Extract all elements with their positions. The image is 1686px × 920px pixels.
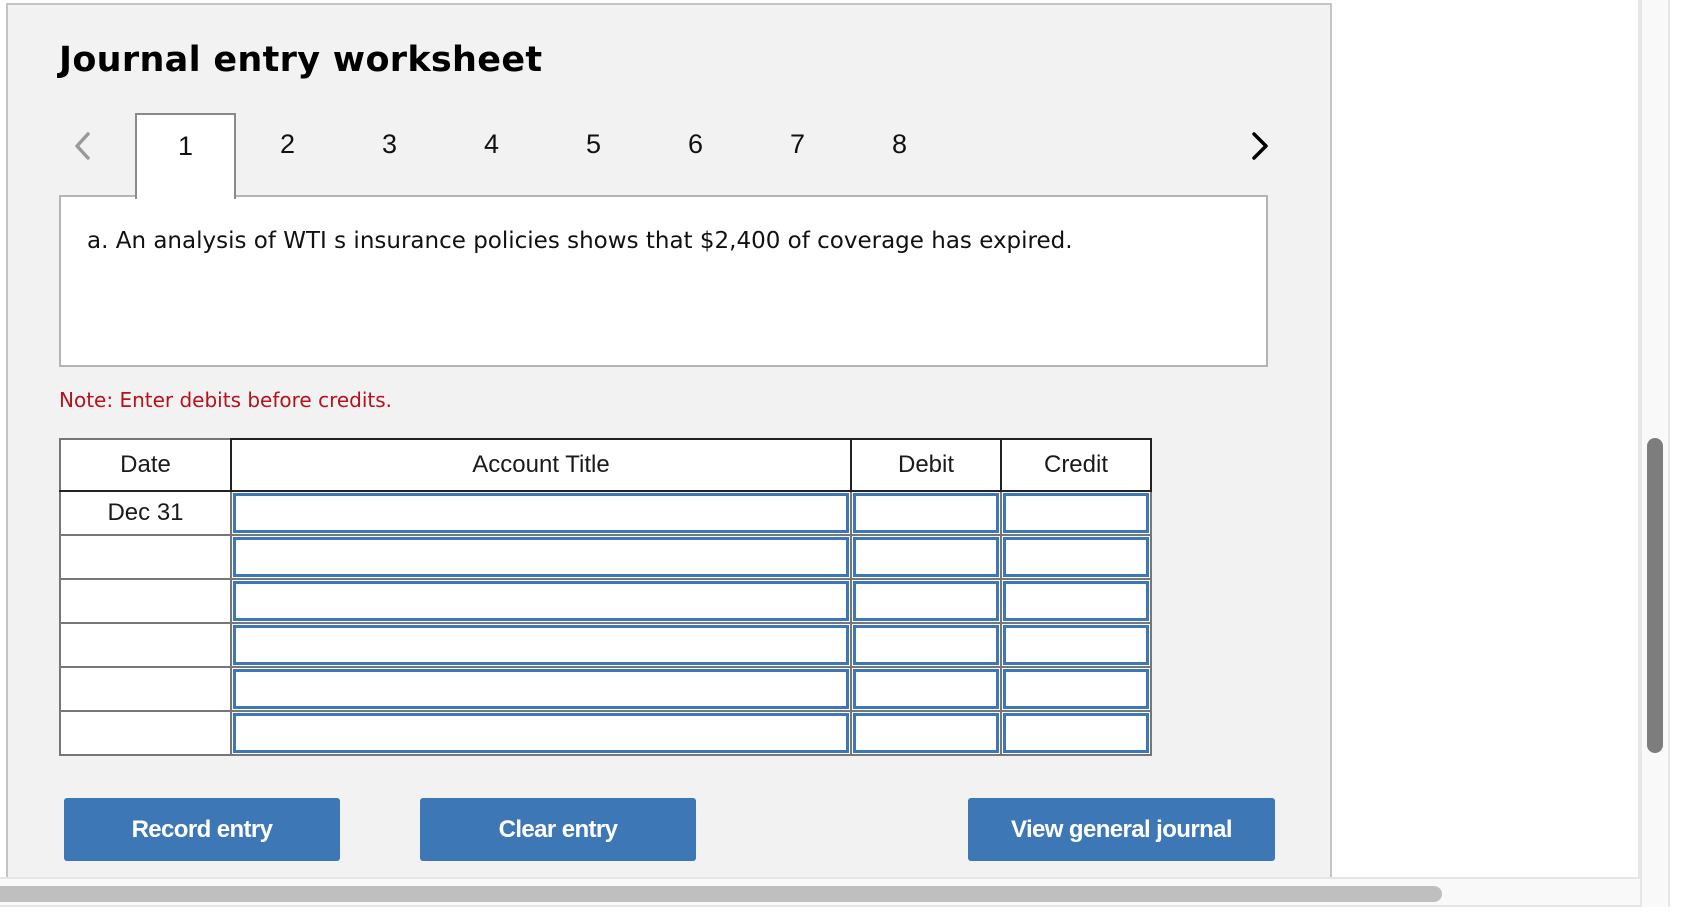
question-box: a. An analysis of WTI s insurance polici… (59, 195, 1268, 367)
debit-input[interactable] (853, 713, 999, 753)
tab-4[interactable]: 4 (441, 113, 542, 197)
tab-5[interactable]: 5 (543, 113, 644, 197)
table-row (59, 578, 1152, 624)
tab-8[interactable]: 8 (849, 113, 950, 197)
account-title-input[interactable] (233, 713, 849, 753)
account-title-input[interactable] (233, 669, 849, 709)
credit-input[interactable] (1003, 713, 1149, 753)
debit-cell (850, 534, 1002, 580)
table-row (59, 534, 1152, 580)
debit-input[interactable] (853, 625, 999, 665)
credit-cell (1000, 534, 1152, 580)
date-cell (59, 534, 232, 580)
account-title-cell (230, 578, 852, 624)
table-row (59, 666, 1152, 712)
instruction-note: Note: Enter debits before credits. (59, 388, 393, 412)
account-title-input[interactable] (233, 581, 849, 621)
account-title-cell (230, 666, 852, 712)
record-entry-button[interactable]: Record entry (64, 798, 340, 861)
credit-cell (1000, 578, 1152, 624)
debit-input[interactable] (853, 581, 999, 621)
tab-2[interactable]: 2 (237, 113, 338, 197)
table-row (59, 622, 1152, 668)
column-header-debit: Debit (850, 438, 1002, 492)
tab-3[interactable]: 3 (339, 113, 440, 197)
column-header-date: Date (59, 438, 232, 492)
date-cell (59, 578, 232, 624)
vertical-scrollbar-thumb[interactable] (1647, 438, 1663, 753)
debit-cell (850, 490, 1002, 536)
tab-6[interactable]: 6 (645, 113, 746, 197)
chevron-left-icon (75, 132, 90, 160)
date-cell (59, 710, 232, 756)
journal-entry-table: Date Account Title Debit Credit Dec 31 (59, 438, 1152, 756)
column-header-credit: Credit (1000, 438, 1152, 492)
debit-input[interactable] (853, 669, 999, 709)
account-title-input[interactable] (233, 537, 849, 577)
debit-cell (850, 666, 1002, 712)
account-title-cell (230, 534, 852, 580)
debit-input[interactable] (853, 537, 999, 577)
credit-cell (1000, 666, 1152, 712)
debit-cell (850, 622, 1002, 668)
tab-7[interactable]: 7 (747, 113, 848, 197)
credit-cell (1000, 622, 1152, 668)
table-row (59, 710, 1152, 756)
table-row: Dec 31 (59, 490, 1152, 536)
chevron-right-icon (1252, 132, 1268, 160)
content-frame (1332, 0, 1640, 880)
account-title-cell (230, 490, 852, 536)
credit-input[interactable] (1003, 581, 1149, 621)
date-cell: Dec 31 (59, 490, 232, 536)
horizontal-scrollbar-thumb[interactable] (0, 886, 1442, 902)
question-text: a. An analysis of WTI s insurance polici… (87, 228, 1073, 254)
table-header-row: Date Account Title Debit Credit (59, 438, 1152, 492)
view-general-journal-button[interactable]: View general journal (968, 798, 1275, 861)
page-title: Journal entry worksheet (59, 40, 543, 80)
credit-cell (1000, 490, 1152, 536)
clear-entry-button[interactable]: Clear entry (420, 798, 696, 861)
debit-cell (850, 710, 1002, 756)
next-tab-button[interactable] (1245, 128, 1275, 164)
debit-cell (850, 578, 1002, 624)
credit-input[interactable] (1003, 669, 1149, 709)
debit-input[interactable] (853, 493, 999, 533)
account-title-cell (230, 622, 852, 668)
account-title-cell (230, 710, 852, 756)
tab-1[interactable]: 1 (135, 113, 236, 199)
credit-cell (1000, 710, 1152, 756)
date-cell (59, 666, 232, 712)
credit-input[interactable] (1003, 625, 1149, 665)
column-header-account-title: Account Title (230, 438, 852, 492)
credit-input[interactable] (1003, 493, 1149, 533)
account-title-input[interactable] (233, 493, 849, 533)
prev-tab-button[interactable] (68, 128, 98, 164)
date-cell (59, 622, 232, 668)
account-title-input[interactable] (233, 625, 849, 665)
credit-input[interactable] (1003, 537, 1149, 577)
